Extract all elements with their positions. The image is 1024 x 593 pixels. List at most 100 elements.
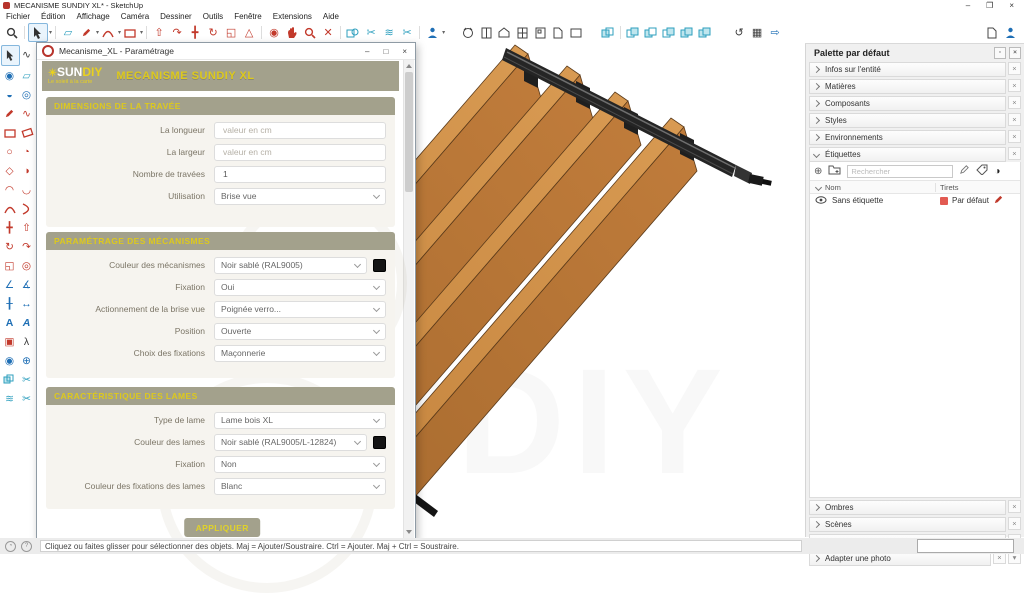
trim-tool-icon[interactable]: ✂ <box>398 24 416 41</box>
tool-solid-layers[interactable]: ≋ <box>1 389 18 408</box>
solid-split-icon[interactable] <box>678 24 696 41</box>
tool-arc4[interactable] <box>18 199 35 218</box>
zoom-icon[interactable] <box>3 24 21 41</box>
tool-look-around[interactable]: ◉ <box>1 351 18 370</box>
tool-section-plane[interactable]: ▣ <box>1 332 18 351</box>
add-location-icon[interactable] <box>459 24 477 41</box>
dialog-maximize-button[interactable]: □ <box>383 47 388 56</box>
zoom-tool-icon[interactable] <box>301 24 319 41</box>
couleur-fixations-lames-select[interactable]: Blanc <box>214 478 386 495</box>
tool-offset[interactable]: ◎ <box>18 85 35 104</box>
menu-aide[interactable]: Aide <box>323 12 339 21</box>
split-tool-icon[interactable]: ✂ <box>362 24 380 41</box>
select-tool-caret[interactable]: ▾ <box>49 29 52 36</box>
tool-solid-split[interactable]: ✂ <box>18 389 35 408</box>
add-tag-icon[interactable]: ⊕ <box>814 166 822 177</box>
zoom-extents-tool-icon[interactable]: ✕ <box>319 24 337 41</box>
tool-text[interactable]: A <box>1 313 18 332</box>
longueur-input[interactable] <box>214 122 386 139</box>
plan-icon[interactable] <box>531 24 549 41</box>
tray-close-icon[interactable]: × <box>1009 47 1021 59</box>
scale-tool-icon[interactable]: ◱ <box>222 24 240 41</box>
rotate-tool-icon[interactable]: ↻ <box>204 24 222 41</box>
axes-tool-icon[interactable]: △ <box>240 24 258 41</box>
tool-axes[interactable]: ╂ <box>1 294 18 313</box>
menu-extensions[interactable]: Extensions <box>273 12 312 21</box>
tool-lasso[interactable]: ∿ <box>18 45 35 64</box>
panel-styles[interactable]: Styles × <box>809 113 1021 128</box>
pan-tool-icon[interactable] <box>283 24 301 41</box>
eraser-tool-icon[interactable]: ▱ <box>59 24 77 41</box>
dialog-title-bar[interactable]: Mecanisme_XL - Paramétrage – □ × <box>37 43 415 60</box>
panel-close-button[interactable]: × <box>1008 517 1021 530</box>
scroll-down-icon[interactable] <box>406 530 412 534</box>
window-restore-button[interactable]: ❐ <box>986 1 993 10</box>
account-icon[interactable] <box>1001 24 1019 41</box>
tag-label-icon[interactable] <box>976 162 988 180</box>
add-tag-folder-icon[interactable] <box>828 162 841 180</box>
menu-outils[interactable]: Outils <box>203 12 223 21</box>
edit-pencil-icon[interactable] <box>993 194 1004 207</box>
rectangle-tool-caret[interactable]: ▾ <box>140 29 143 36</box>
purge-pencil-icon[interactable] <box>959 162 970 180</box>
tool-freehand[interactable]: ∿ <box>18 104 35 123</box>
sign-in-caret[interactable]: ▾ <box>442 29 445 36</box>
tool-arc3[interactable] <box>1 199 18 218</box>
dialog-close-button[interactable]: × <box>402 47 407 56</box>
panel-close-button[interactable]: × <box>1008 130 1021 143</box>
tag-color-swatch[interactable] <box>940 197 948 205</box>
tool-rotated-rectangle[interactable] <box>18 123 35 142</box>
tool-solid-union[interactable] <box>1 370 18 389</box>
help-icon[interactable]: ? <box>21 541 32 552</box>
scroll-thumb[interactable] <box>405 72 413 192</box>
actionnement-select[interactable]: Poignée verro... <box>214 301 386 318</box>
door-icon[interactable] <box>477 24 495 41</box>
scroll-up-icon[interactable] <box>406 64 412 68</box>
menu-dessiner[interactable]: Dessiner <box>160 12 192 21</box>
tool-polygon[interactable]: ◇ <box>1 161 18 180</box>
utilisation-select[interactable]: Brise vue <box>214 188 386 205</box>
rectangle-tool-icon[interactable] <box>121 24 139 41</box>
dialog-minimize-button[interactable]: – <box>365 47 369 56</box>
arc-tool-icon[interactable] <box>99 24 117 41</box>
geolocation-icon[interactable]: ◔ <box>5 541 16 552</box>
tool-protractor[interactable]: ∡ <box>18 275 35 294</box>
generate-report-icon[interactable]: ▦ <box>748 24 766 41</box>
apply-button[interactable]: APPLIQUER <box>184 518 260 537</box>
tool-position-camera[interactable]: ⊕ <box>18 351 35 370</box>
tool-rotate[interactable]: ↻ <box>1 237 18 256</box>
couleur-lames-select[interactable]: Noir sablé (RAL9005/L-12824) <box>214 434 367 451</box>
fixation-lames-select[interactable]: Non <box>214 456 386 473</box>
layers-tool-icon[interactable]: ≋ <box>380 24 398 41</box>
sort-chevron-icon[interactable] <box>815 183 822 190</box>
panel-components[interactable]: Composants × <box>809 96 1021 111</box>
undo-icon[interactable]: ↺ <box>730 24 748 41</box>
tool-pie[interactable]: ◔ <box>18 142 35 161</box>
panel-close-button[interactable]: × <box>1008 96 1021 109</box>
panel-materials[interactable]: Matières × <box>809 79 1021 94</box>
tool-dimensions[interactable]: ↔ <box>18 294 35 313</box>
export-icon[interactable]: ⇨ <box>766 24 784 41</box>
measurements-box[interactable] <box>917 539 1014 553</box>
tool-circle[interactable]: ○ <box>1 142 18 161</box>
tray-pin-icon[interactable]: ▫ <box>994 47 1006 59</box>
position-select[interactable]: Ouverte <box>214 323 386 340</box>
solid-trim-icon[interactable] <box>660 24 678 41</box>
tool-orbit[interactable]: ◉ <box>1 66 18 85</box>
type-lame-select[interactable]: Lame bois XL <box>214 412 386 429</box>
window-close-button[interactable]: × <box>1009 1 1014 10</box>
tool-pushpull[interactable]: ⇧ <box>18 218 35 237</box>
window-icon[interactable] <box>513 24 531 41</box>
tool-offset2[interactable]: ◎ <box>18 256 35 275</box>
tool-scale[interactable]: ◱ <box>1 256 18 275</box>
couleur-mecanismes-select[interactable]: Noir sablé (RAL9005) <box>214 257 367 274</box>
column-tirets[interactable]: Tirets <box>935 183 958 192</box>
panel-close-button[interactable]: × <box>1008 147 1021 160</box>
menu-fichier[interactable]: Fichier <box>6 12 30 21</box>
tag-dashes-value[interactable]: Par défaut <box>952 196 989 205</box>
tool-3d-text[interactable]: A <box>18 313 35 332</box>
measurements-input[interactable] <box>918 545 1013 557</box>
panel-scenes[interactable]: Scènes × <box>809 517 1021 532</box>
menu-edition[interactable]: Édition <box>41 12 65 21</box>
fixation-select[interactable]: Oui <box>214 279 386 296</box>
